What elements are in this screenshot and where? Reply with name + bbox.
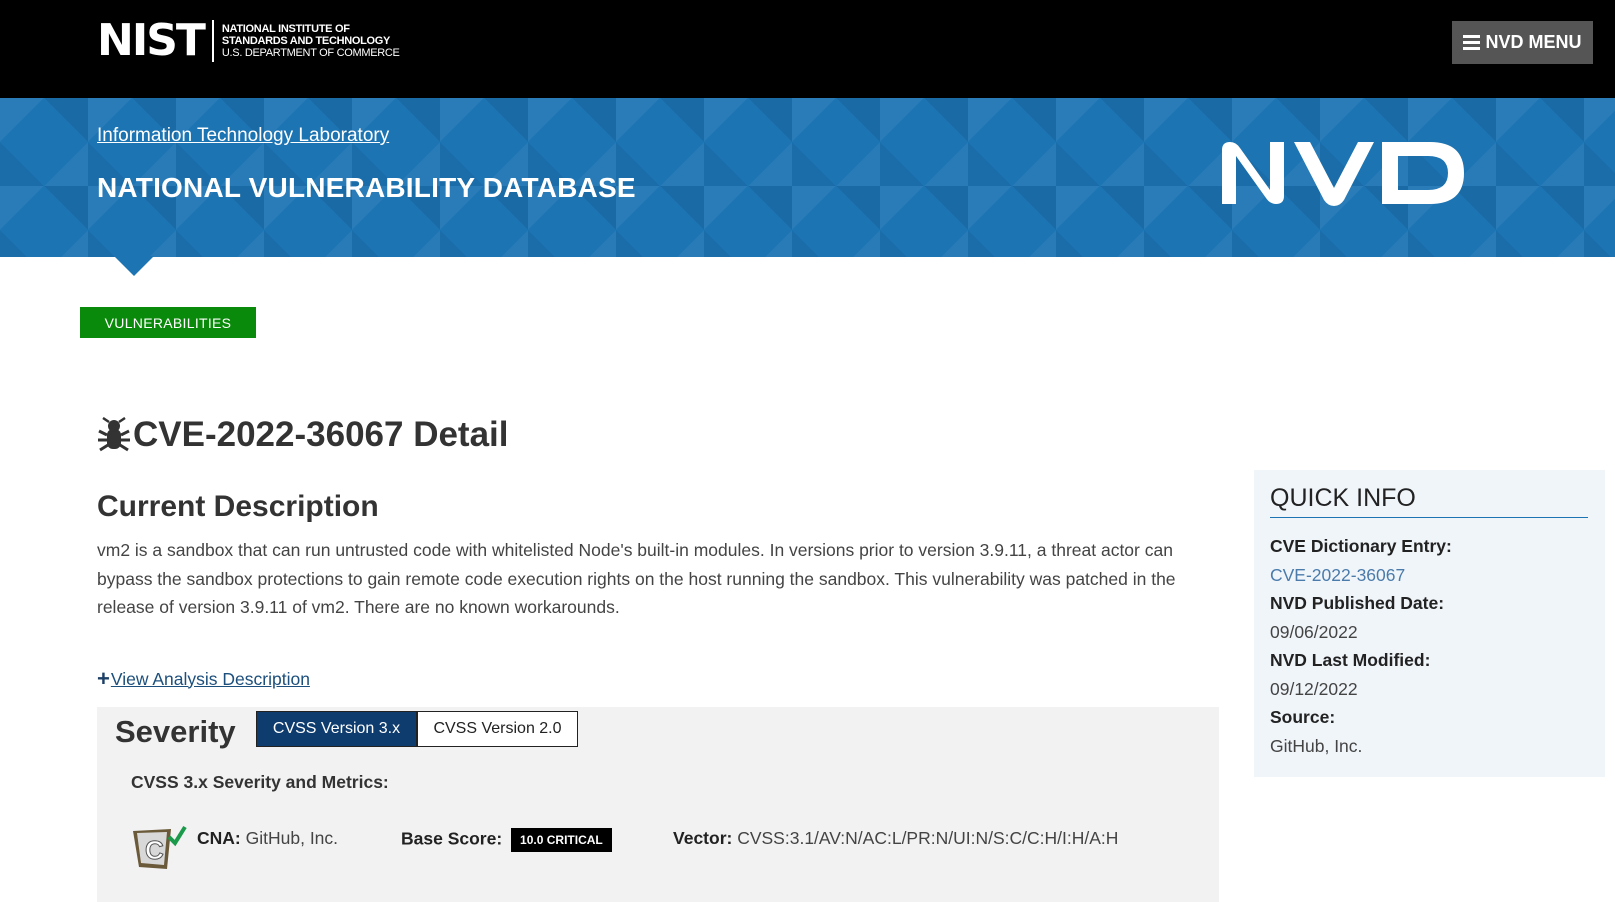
- nist-logo-line1: NATIONAL INSTITUTE OF: [221, 23, 350, 35]
- cna-field: CNA: GitHub, Inc.: [197, 828, 338, 849]
- nist-logo-line2: STANDARDS AND TECHNOLOGY: [221, 35, 391, 47]
- tab-cvss-v3[interactable]: CVSS Version 3.x: [256, 711, 417, 747]
- vulnerabilities-badge[interactable]: VULNERABILITIES: [80, 307, 256, 338]
- nvd-logo-graphic: [1222, 142, 1464, 206]
- cna-value: GitHub, Inc.: [245, 828, 339, 848]
- published-date-value: 09/06/2022: [1270, 622, 1358, 642]
- nvd-logo[interactable]: [1218, 140, 1468, 211]
- source-label: Source:: [1270, 707, 1336, 727]
- cve-dictionary-label: CVE Dictionary Entry:: [1270, 536, 1452, 556]
- last-modified-value: 09/12/2022: [1270, 679, 1358, 699]
- view-analysis-link[interactable]: + View Analysis Description: [97, 666, 310, 692]
- nvd-menu-label: NVD MENU: [1485, 32, 1582, 52]
- last-modified-label: NVD Last Modified:: [1270, 650, 1431, 670]
- cve-dictionary-link[interactable]: CVE-2022-36067: [1270, 565, 1405, 586]
- current-description-text: vm2 is a sandbox that can run untrusted …: [97, 540, 1176, 617]
- nist-logo[interactable]: NIST NATIONAL INSTITUTE OF STANDARDS AND…: [97, 18, 400, 64]
- source-value: GitHub, Inc.: [1270, 736, 1363, 756]
- svg-text:C: C: [145, 835, 164, 865]
- severity-heading: Severity: [115, 714, 236, 749]
- vector-field: Vector: CVSS:3.1/AV:N/AC:L/PR:N/UI:N/S:C…: [673, 828, 1118, 849]
- nist-logo-divider: [211, 20, 214, 62]
- base-score-label: Base Score:: [401, 828, 503, 849]
- page: NIST NATIONAL INSTITUTE OF STANDARDS AND…: [0, 0, 1615, 902]
- bug-icon: [98, 417, 130, 452]
- cna-label: CNA:: [197, 828, 241, 848]
- nvd-title[interactable]: NATIONAL VULNERABILITY DATABASE: [97, 172, 636, 204]
- banner-pointer: [114, 256, 154, 276]
- current-description-heading: Current Description: [97, 490, 379, 523]
- tab-cvss-v2[interactable]: CVSS Version 2.0: [417, 711, 578, 747]
- nist-logo-mark: NIST: [97, 15, 206, 66]
- nist-logo-text: NATIONAL INSTITUTE OF STANDARDS AND TECH…: [222, 23, 400, 59]
- cna-certificate-icon: C: [131, 825, 187, 876]
- vector-label: Vector:: [673, 828, 733, 848]
- top-bar: NIST NATIONAL INSTITUTE OF STANDARDS AND…: [0, 0, 1615, 98]
- vector-value: CVSS:3.1/AV:N/AC:L/PR:N/UI:N/S:C/C:H/I:H…: [737, 828, 1119, 848]
- cve-title-text: CVE-2022-36067 Detail: [133, 415, 509, 454]
- base-score-field: Base Score: 10.0 CRITICAL: [401, 828, 612, 852]
- view-analysis-label: View Analysis Description: [110, 668, 310, 689]
- cve-title: CVE-2022-36067 Detail: [97, 415, 509, 455]
- hamburger-icon: [1463, 32, 1481, 53]
- base-score-badge[interactable]: 10.0 CRITICAL: [511, 828, 612, 852]
- cvss-metrics-heading: CVSS 3.x Severity and Metrics:: [131, 772, 389, 792]
- published-date-label: NVD Published Date:: [1270, 593, 1445, 613]
- quick-info-title: QUICK INFO: [1270, 484, 1588, 518]
- nvd-menu-button[interactable]: NVD MENU: [1452, 21, 1593, 64]
- itl-link[interactable]: Information Technology Laboratory: [97, 125, 389, 147]
- plus-icon: +: [97, 666, 110, 691]
- nist-logo-line3: U.S. DEPARTMENT OF COMMERCE: [221, 47, 400, 59]
